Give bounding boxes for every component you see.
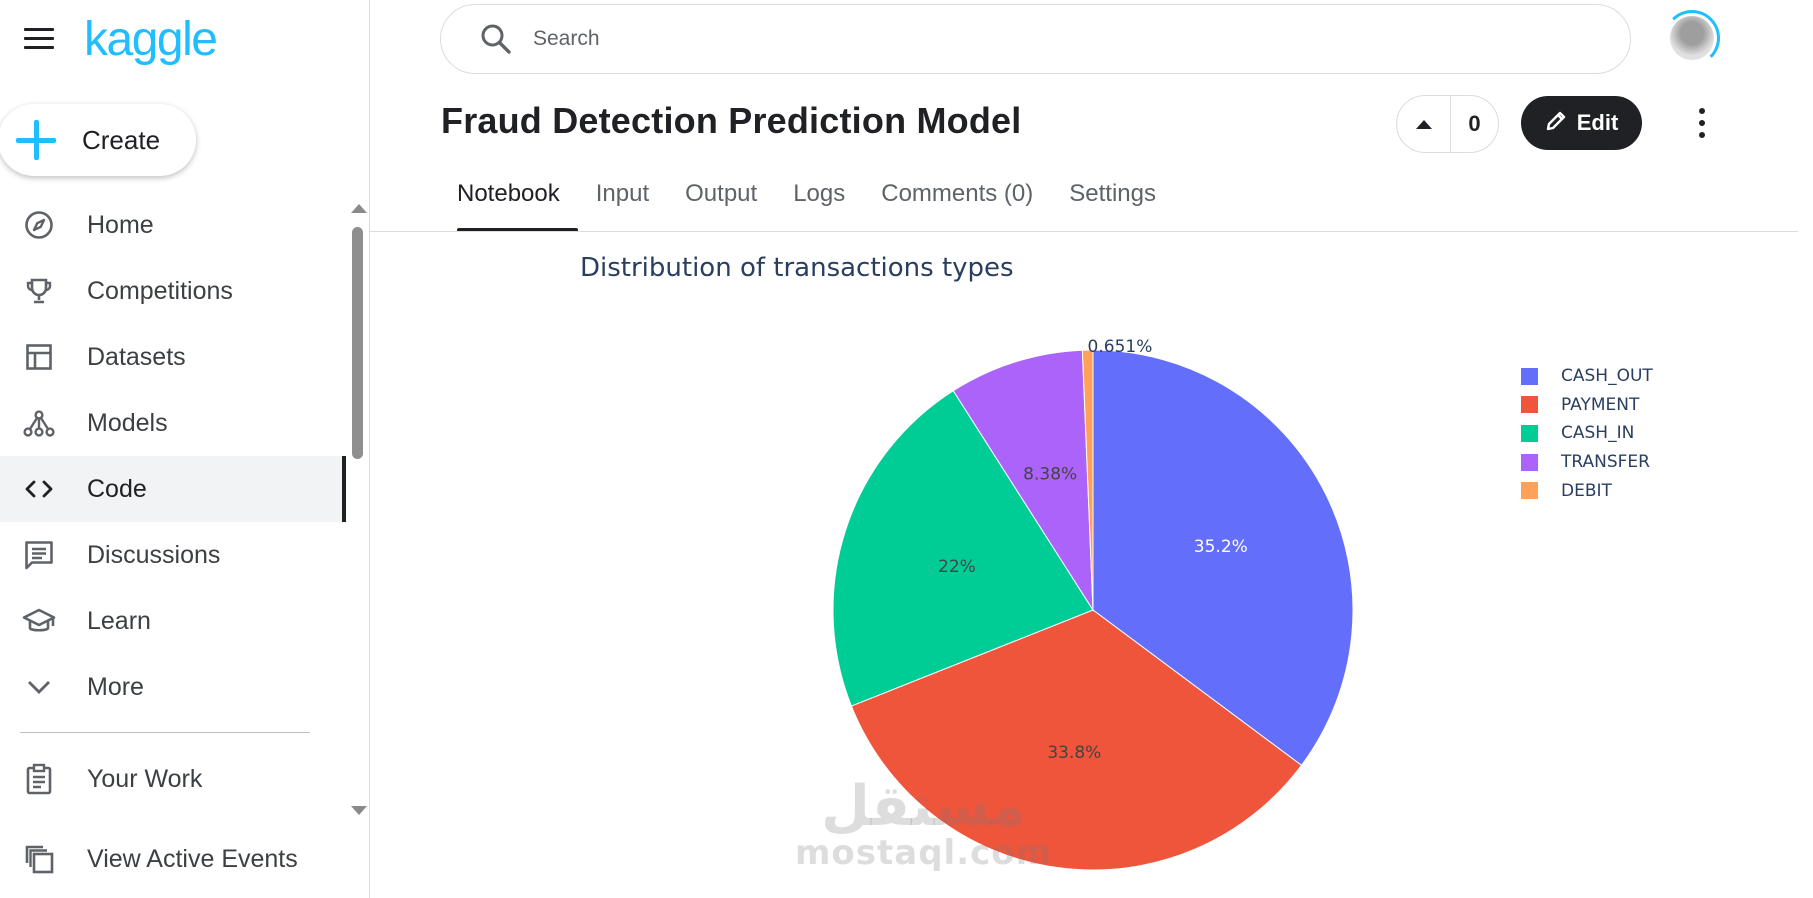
chart-title: Distribution of transactions types — [580, 253, 1014, 283]
legend-label: DEBIT — [1561, 480, 1612, 501]
sidebar-item-label: More — [87, 672, 144, 701]
sidebar-item-learn[interactable]: Learn — [0, 588, 346, 654]
tab-comments[interactable]: Comments (0) — [881, 172, 1051, 232]
create-button[interactable]: Create — [0, 104, 196, 176]
sidebar-item-label: Code — [87, 474, 147, 503]
legend-label: CASH_OUT — [1561, 366, 1653, 387]
legend-item[interactable]: CASH_OUT — [1521, 362, 1653, 391]
sidebar-item-your-work[interactable]: Your Work — [0, 744, 346, 814]
tab-input[interactable]: Input — [596, 172, 667, 232]
kaggle-logo[interactable]: kaggle — [84, 12, 218, 67]
create-button-label: Create — [82, 124, 161, 155]
sidebar-item-label: Discussions — [87, 540, 221, 569]
sidebar-item-label: Competitions — [87, 276, 233, 305]
edit-button-label: Edit — [1576, 110, 1619, 135]
legend-swatch — [1521, 367, 1538, 385]
watermark-arabic: مستقل — [821, 774, 1026, 839]
legend-label: TRANSFER — [1561, 452, 1650, 473]
page-title: Fraud Detection Prediction Model — [441, 100, 1022, 141]
sidebar-nav: Home Competitions Datasets Models Code D… — [0, 192, 346, 720]
tab-logs[interactable]: Logs — [793, 172, 863, 232]
legend-swatch — [1521, 482, 1538, 500]
sidebar-item-competitions[interactable]: Competitions — [0, 258, 346, 324]
tab-notebook[interactable]: Notebook — [439, 172, 578, 232]
search-input[interactable] — [533, 27, 1533, 51]
legend-swatch — [1521, 424, 1538, 442]
sidebar-item-code[interactable]: Code — [0, 456, 346, 522]
vote-widget: 0 — [1396, 95, 1499, 153]
sidebar-item-label: Datasets — [87, 342, 186, 371]
chevron-down-icon — [22, 670, 56, 704]
scroll-down-arrow-icon[interactable] — [351, 806, 367, 815]
pie-slice-label: 0.651% — [1088, 337, 1153, 357]
comment-icon — [22, 538, 56, 572]
upvote-button[interactable] — [1397, 96, 1451, 152]
events-icon — [22, 842, 56, 876]
sidebar-item-label: Home — [87, 210, 154, 239]
tab-settings[interactable]: Settings — [1069, 172, 1174, 232]
legend-item[interactable]: TRANSFER — [1521, 448, 1653, 477]
vote-count: 0 — [1468, 111, 1481, 136]
trophy-icon — [22, 274, 56, 308]
sidebar-item-label: Models — [87, 408, 168, 437]
search-bar[interactable] — [440, 4, 1631, 74]
pie-slice-label: 8.38% — [1023, 465, 1077, 485]
edit-button[interactable]: Edit — [1521, 96, 1642, 150]
sidebar-item-label: Your Work — [87, 764, 203, 793]
tab-output[interactable]: Output — [685, 172, 775, 232]
sidebar-item-label: View Active Events — [87, 844, 298, 873]
tabs-divider — [370, 231, 1798, 232]
legend-swatch — [1521, 396, 1538, 414]
legend-swatch — [1521, 453, 1538, 471]
code-icon — [22, 472, 56, 506]
caret-up-icon — [1415, 119, 1432, 129]
chart-legend: CASH_OUT PAYMENT CASH_IN TRANSFER DEBIT — [1521, 362, 1653, 505]
sidebar: kaggle Create Home Competitions Datasets — [0, 0, 370, 898]
sidebar-item-datasets[interactable]: Datasets — [0, 324, 346, 390]
models-icon — [22, 406, 56, 440]
scroll-up-arrow-icon[interactable] — [351, 204, 367, 213]
avatar[interactable] — [1668, 14, 1716, 62]
plus-icon — [16, 120, 56, 160]
sidebar-divider — [20, 732, 310, 733]
scrollbar-thumb[interactable] — [352, 227, 363, 459]
compass-icon — [22, 208, 56, 242]
menu-icon[interactable] — [24, 28, 54, 52]
legend-item[interactable]: DEBIT — [1521, 476, 1653, 505]
school-icon — [22, 604, 56, 638]
sidebar-item-view-active-events[interactable]: View Active Events — [0, 824, 346, 894]
pie-slice-label: 22% — [938, 557, 976, 577]
notebook-tabs: Notebook Input Output Logs Comments (0) … — [441, 172, 1210, 232]
sidebar-item-home[interactable]: Home — [0, 192, 346, 258]
sidebar-item-models[interactable]: Models — [0, 390, 346, 456]
table-icon — [22, 340, 56, 374]
sidebar-secondary-nav: Your Work View Active Events — [0, 744, 346, 898]
watermark-latin: mostaql.com — [795, 833, 1053, 873]
sidebar-scrollbar[interactable] — [348, 200, 367, 820]
sidebar-item-more[interactable]: More — [0, 654, 346, 720]
sidebar-item-discussions[interactable]: Discussions — [0, 522, 346, 588]
legend-item[interactable]: CASH_IN — [1521, 419, 1653, 448]
legend-item[interactable]: PAYMENT — [1521, 391, 1653, 420]
pencil-icon — [1545, 110, 1567, 137]
clipboard-icon — [22, 762, 56, 796]
legend-label: CASH_IN — [1561, 423, 1635, 444]
pie-slice-label: 35.2% — [1194, 537, 1248, 557]
sidebar-item-label: Learn — [87, 606, 151, 635]
legend-label: PAYMENT — [1561, 394, 1640, 415]
watermark: مستقل mostaql.com — [795, 774, 1053, 873]
pie-slice-label: 33.8% — [1047, 743, 1101, 763]
more-options-icon[interactable] — [1690, 108, 1714, 138]
search-icon — [479, 22, 513, 56]
